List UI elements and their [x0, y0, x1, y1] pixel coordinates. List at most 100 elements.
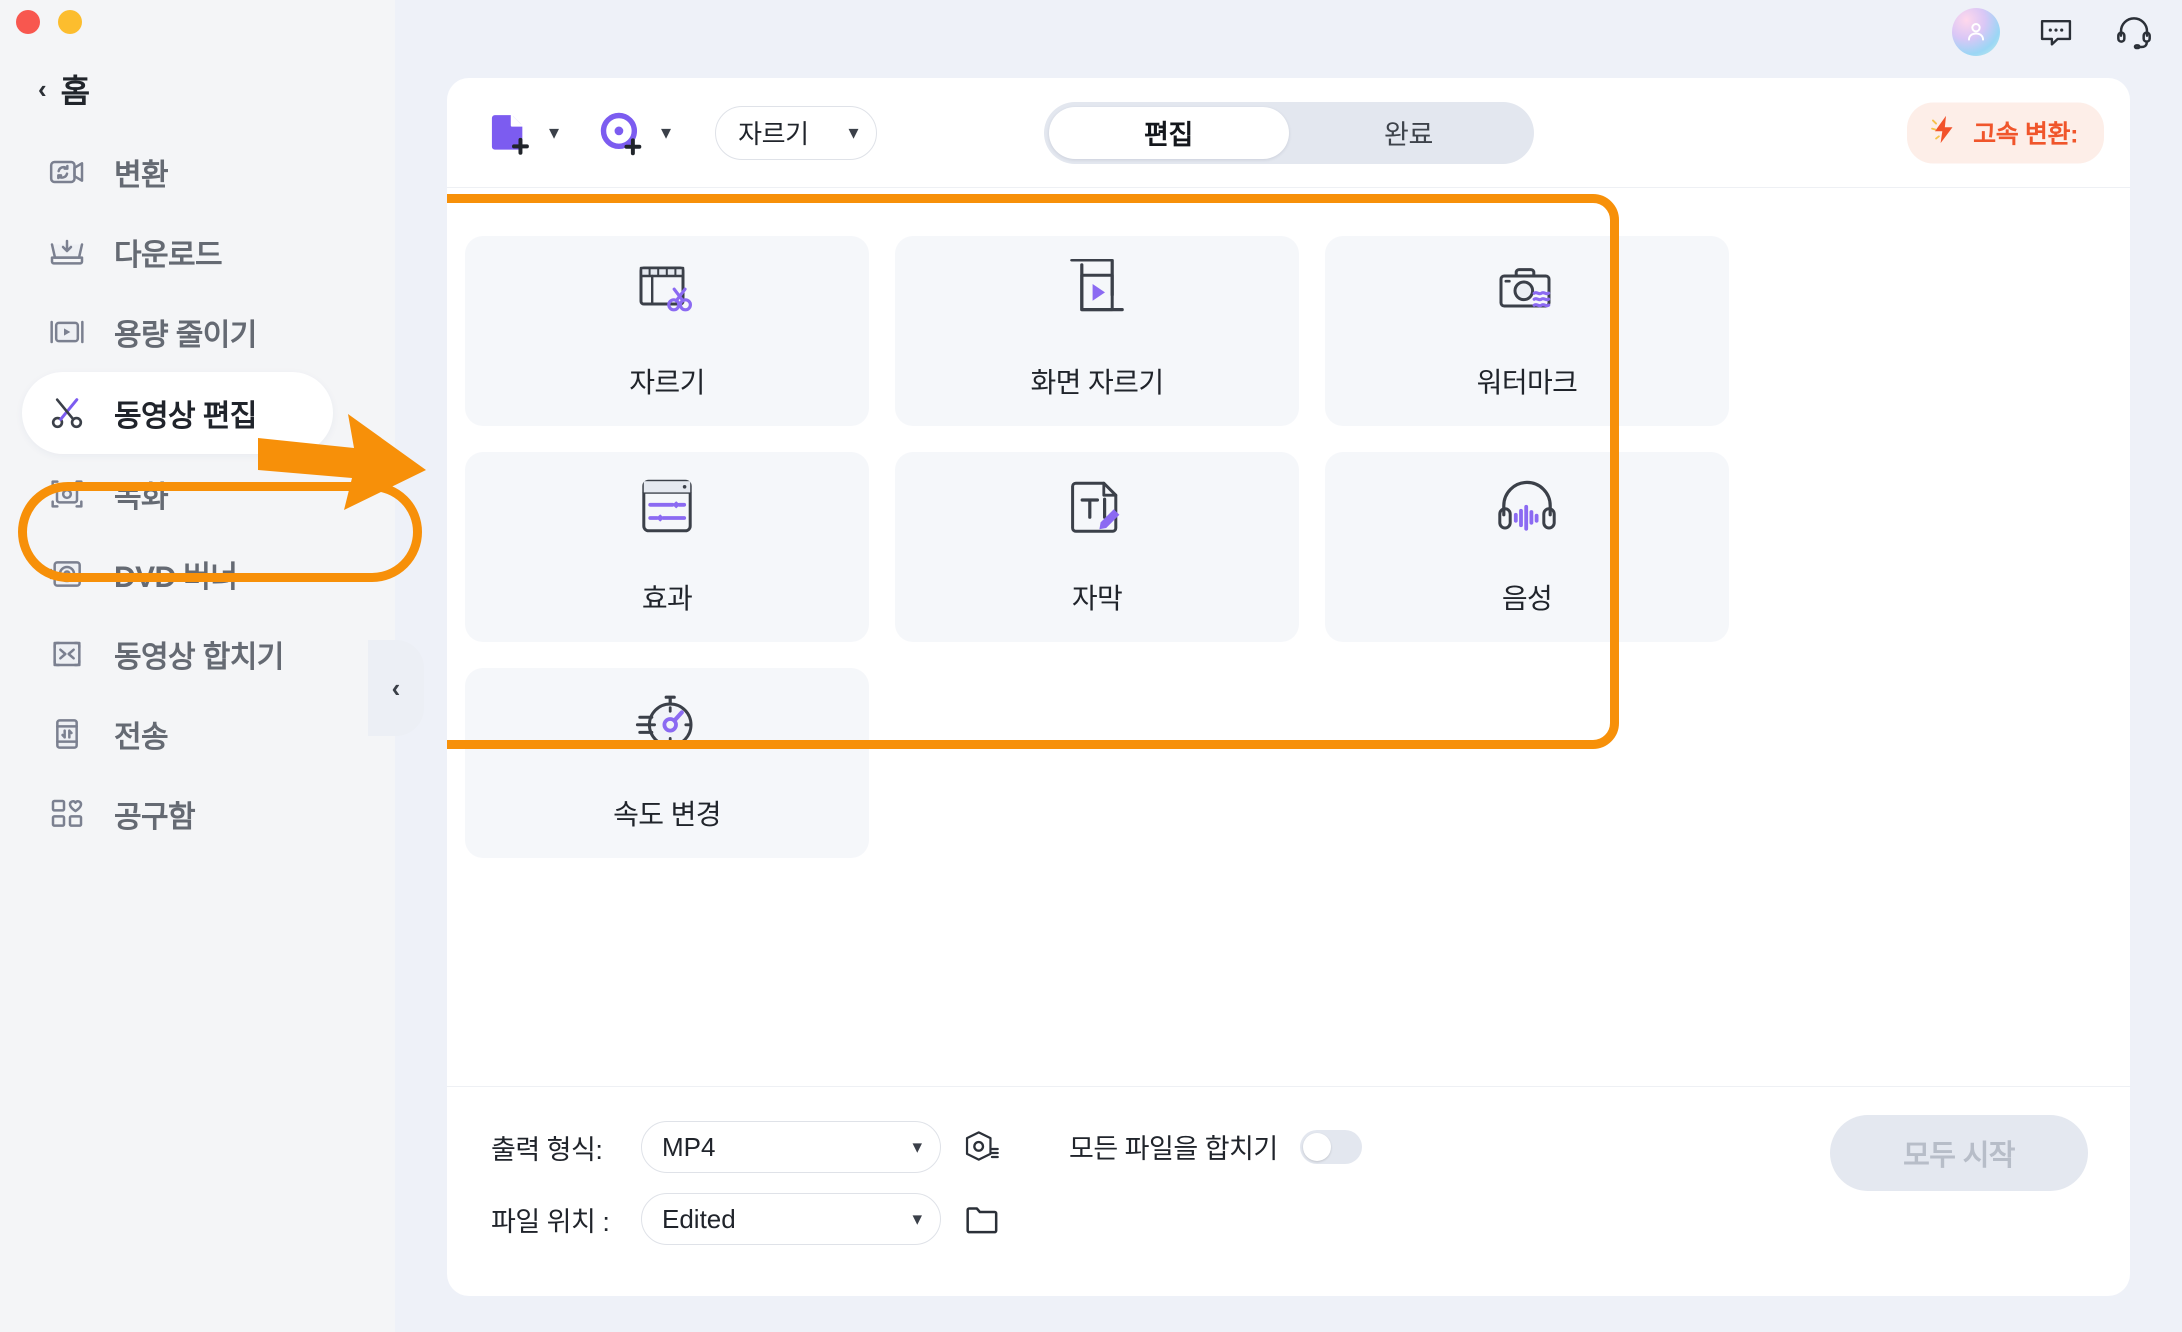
sidebar-item-download[interactable]: 다운로드: [0, 212, 395, 292]
sidebar-home-button[interactable]: ‹ 홈: [0, 62, 395, 116]
chevron-down-icon: ▾: [912, 1208, 922, 1230]
file-location-select[interactable]: Edited ▾: [641, 1193, 941, 1245]
sidebar-item-convert[interactable]: 변환: [0, 132, 395, 212]
sidebar-item-transfer[interactable]: 전송: [0, 694, 395, 774]
subtitle-text-pencil-icon: [1061, 469, 1133, 543]
feature-card-label: 자막: [1071, 583, 1123, 614]
view-tabs: 편집 완료: [1043, 101, 1534, 164]
feature-card-label: 효과: [641, 583, 693, 614]
feature-card-speed[interactable]: 속도 변경: [465, 668, 869, 858]
toolbox-icon: [46, 793, 88, 835]
mode-select-value: 자르기: [738, 119, 809, 149]
feature-grid-area: 자르기 화면 자르기 워터마크 효과 자막 음성 속도 변경: [447, 188, 2130, 1058]
output-format-label: 출력 형식:: [491, 1134, 603, 1165]
fast-convert-badge[interactable]: 고속 변환:: [1907, 102, 2104, 163]
file-location-value: Edited: [662, 1203, 736, 1234]
sidebar-item-compress[interactable]: 용량 줄이기: [0, 292, 395, 372]
sidebar-collapse-button[interactable]: ‹: [368, 640, 424, 736]
add-disc-button[interactable]: ▾: [593, 105, 671, 161]
sidebar-item-label: 다운로드: [114, 239, 223, 272]
sidebar-item-dvd-burner[interactable]: DVD 버너: [0, 534, 395, 614]
tab-edit[interactable]: 편집: [1048, 106, 1289, 159]
bottom-bar: 출력 형식: MP4 ▾ 파일 위치: Edited ▾ 모든 파일을 합치기…: [447, 1086, 2130, 1296]
merge-files-label: 모든 파일을 합치기: [1069, 1134, 1278, 1164]
app-window: ‹ 홈 변환 다운로드 용량 줄이기 동영상 편집 녹화 DVD 버너 동영상 …: [0, 0, 2182, 1332]
sidebar: ‹ 홈 변환 다운로드 용량 줄이기 동영상 편집 녹화 DVD 버너 동영상 …: [0, 0, 424, 1332]
trim-filmstrip-scissors-icon: [631, 253, 703, 327]
content-card: ▾ ▾ 자르기 ▾ 편집 완료 고속 변환: 자르기 화면 자르기 워터마크 효…: [447, 78, 2130, 1296]
mode-select[interactable]: 자르기 ▾: [715, 105, 878, 160]
lightning-bolt-icon: [1927, 112, 1961, 153]
add-file-icon: [481, 105, 537, 161]
folder-icon[interactable]: [959, 1196, 1005, 1242]
chevron-down-icon[interactable]: ▾: [661, 123, 671, 143]
toolbar: ▾ ▾ 자르기 ▾ 편집 완료 고속 변환:: [447, 78, 2130, 188]
tab-done[interactable]: 완료: [1289, 107, 1529, 159]
sidebar-item-record[interactable]: 녹화: [0, 454, 395, 534]
stopwatch-speed-icon: [631, 685, 703, 759]
sidebar-home-label: 홈: [60, 73, 90, 109]
top-actions: [1952, 8, 2156, 56]
file-location-row: 파일 위치 : Edited ▾: [491, 1193, 1005, 1245]
chevron-down-icon: ▾: [912, 1136, 922, 1158]
sidebar-item-label: DVD 버너: [114, 561, 238, 594]
sidebar-item-label: 공구함: [114, 801, 196, 834]
feature-card-crop[interactable]: 화면 자르기: [895, 236, 1299, 426]
feature-card-label: 속도 변경: [613, 799, 721, 830]
sidebar-item-label: 동영상 편집: [114, 400, 257, 433]
feature-card-label: 워터마크: [1476, 367, 1578, 398]
convert-icon: [46, 151, 88, 193]
format-settings-icon[interactable]: [959, 1124, 1005, 1170]
feature-card-watermark[interactable]: 워터마크: [1325, 236, 1729, 426]
fast-convert-label: 고속 변환:: [1973, 120, 2078, 149]
main-panel: ▾ ▾ 자르기 ▾ 편집 완료 고속 변환: 자르기 화면 자르기 워터마크 효…: [395, 0, 2182, 1332]
feature-card-subtitle[interactable]: 자막: [895, 452, 1299, 642]
feature-card-effects[interactable]: 효과: [465, 452, 869, 642]
feature-card-trim[interactable]: 자르기: [465, 236, 869, 426]
headset-support-icon[interactable]: [2112, 10, 2156, 54]
sidebar-item-label: 용량 줄이기: [114, 319, 257, 352]
window-close-button[interactable]: [16, 10, 40, 34]
effects-sliders-icon: [631, 469, 703, 543]
compress-icon: [46, 311, 88, 353]
chevron-left-icon: ‹: [391, 672, 401, 703]
sidebar-item-video-edit[interactable]: 동영상 편집: [22, 372, 333, 454]
merge-files-group: 모든 파일을 합치기: [1069, 1127, 1362, 1166]
dvd-burner-icon: [46, 553, 88, 595]
start-all-button[interactable]: 모두 시작: [1830, 1115, 2088, 1191]
sidebar-item-label: 변환: [114, 159, 169, 192]
headphones-waveform-icon: [1491, 469, 1563, 543]
sidebar-item-merge-video[interactable]: 동영상 합치기: [0, 614, 395, 694]
add-file-button[interactable]: ▾: [481, 105, 559, 161]
chevron-left-icon: ‹: [38, 74, 47, 104]
sidebar-nav: 변환 다운로드 용량 줄이기 동영상 편집 녹화 DVD 버너 동영상 합치기 …: [0, 132, 395, 854]
chevron-down-icon[interactable]: ▾: [549, 123, 559, 143]
window-minimize-button[interactable]: [58, 10, 82, 34]
feature-card-label: 음성: [1501, 583, 1553, 614]
file-location-label: 파일 위치 :: [491, 1206, 610, 1237]
merge-files-toggle[interactable]: [1299, 1129, 1362, 1164]
add-disc-icon: [593, 105, 649, 161]
sidebar-item-label: 동영상 합치기: [114, 641, 284, 674]
output-settings: 출력 형식: MP4 ▾ 파일 위치: Edited ▾: [491, 1121, 1005, 1245]
crop-frame-play-icon: [1061, 253, 1133, 327]
feature-grid: 자르기 화면 자르기 워터마크 효과 자막 음성 속도 변경: [465, 236, 2130, 858]
merge-video-icon: [46, 633, 88, 675]
feature-card-label: 자르기: [629, 367, 705, 398]
camera-watermark-icon: [1491, 253, 1563, 327]
avatar[interactable]: [1952, 8, 2000, 56]
output-format-row: 출력 형식: MP4 ▾: [491, 1121, 1005, 1173]
output-format-value: MP4: [662, 1131, 716, 1162]
sidebar-item-toolbox[interactable]: 공구함: [0, 774, 395, 854]
output-format-select[interactable]: MP4 ▾: [641, 1121, 941, 1173]
chevron-down-icon: ▾: [848, 122, 859, 144]
feature-card-label: 화면 자르기: [1030, 367, 1165, 398]
window-controls: [16, 10, 82, 34]
feature-card-audio[interactable]: 음성: [1325, 452, 1729, 642]
record-icon: [46, 473, 88, 515]
message-bubble-icon[interactable]: [2034, 10, 2078, 54]
sidebar-item-label: 녹화: [114, 481, 169, 514]
transfer-icon: [46, 713, 88, 755]
scissors-icon: [46, 392, 88, 434]
download-icon: [46, 231, 88, 273]
